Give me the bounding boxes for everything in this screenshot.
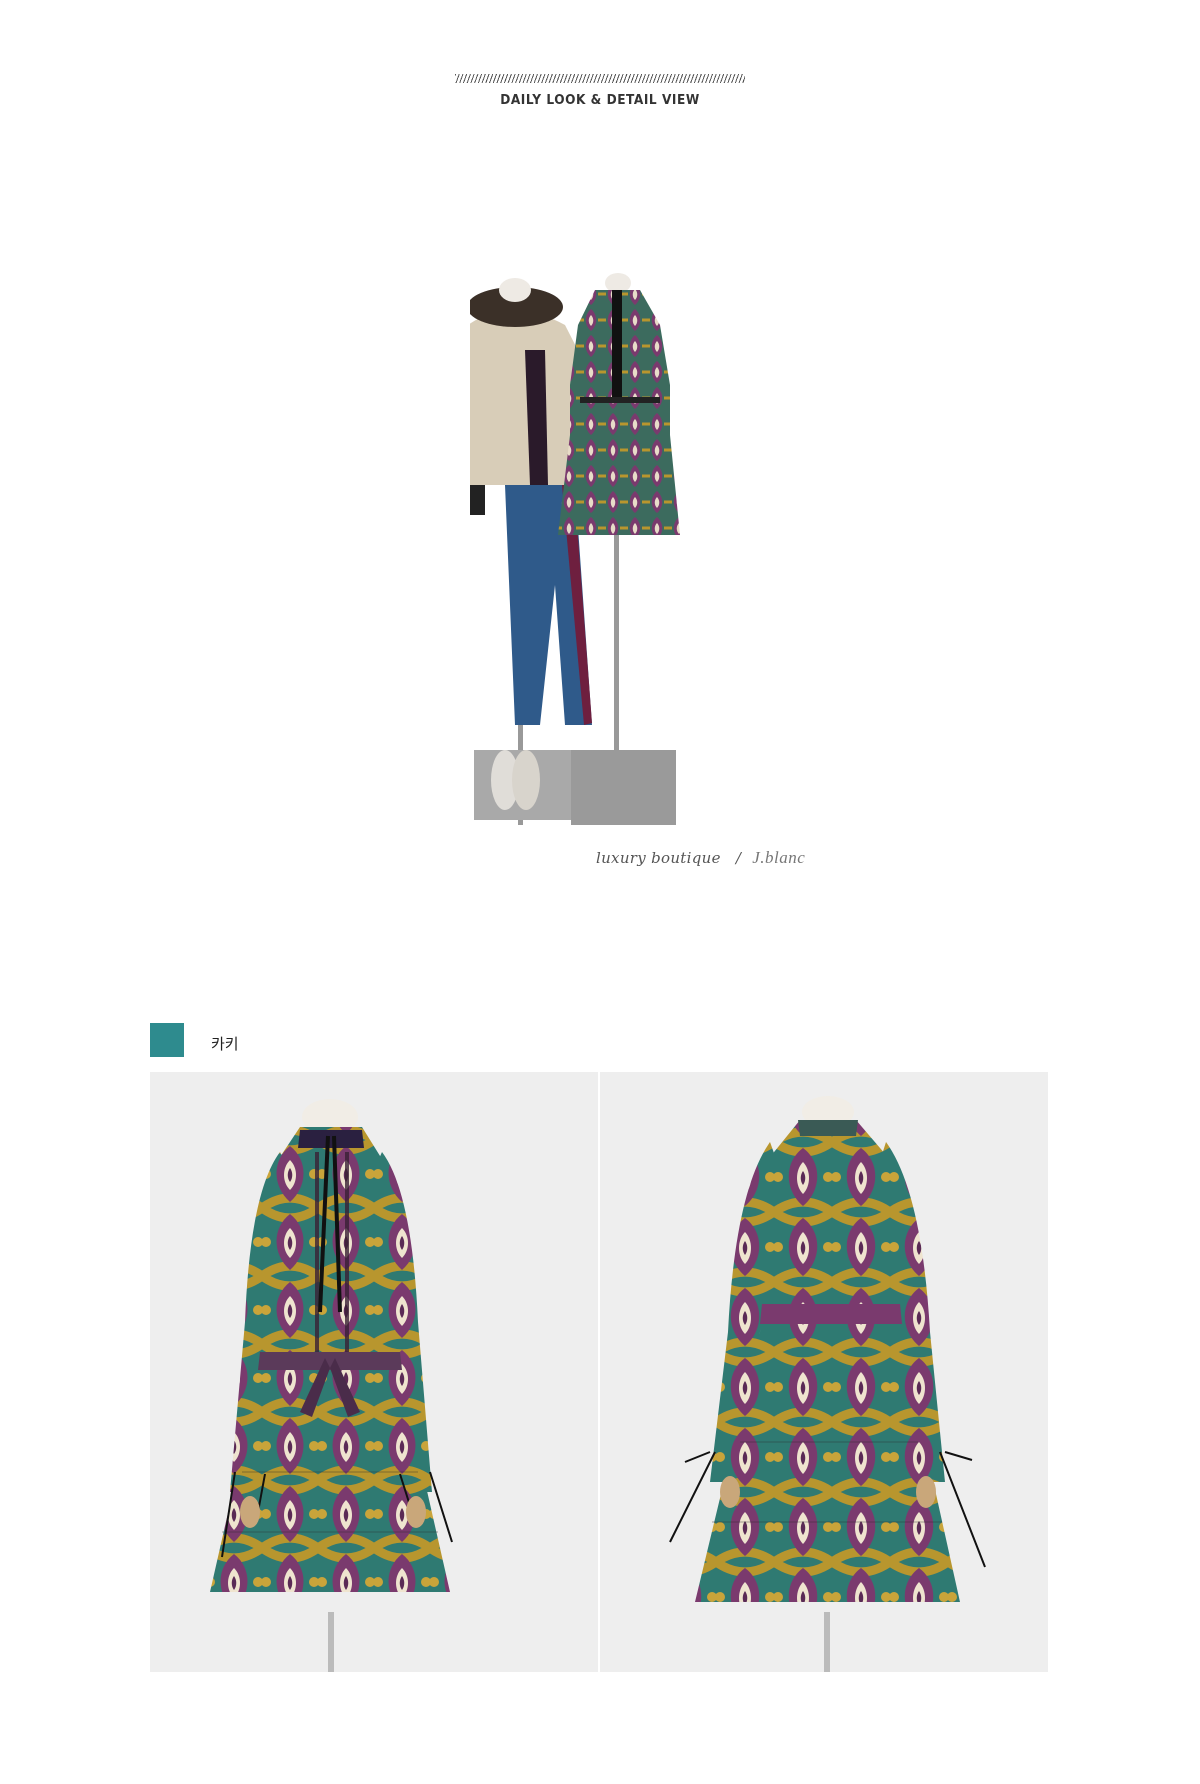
caption-text: luxury boutique xyxy=(596,849,721,867)
section-title: DAILY LOOK & DETAIL VIEW xyxy=(500,92,700,108)
caption-separator: / xyxy=(735,849,742,867)
dress-back-photo xyxy=(600,1072,1048,1672)
brand-signature: J.blanc xyxy=(752,848,806,867)
decorative-hatch-divider xyxy=(455,74,745,83)
brand-caption: luxury boutique / J.blanc xyxy=(596,848,805,868)
color-name: 카키 xyxy=(211,1036,239,1053)
daily-look-photo xyxy=(465,255,770,830)
color-swatch xyxy=(150,1023,184,1057)
dress-front-photo xyxy=(150,1072,598,1672)
